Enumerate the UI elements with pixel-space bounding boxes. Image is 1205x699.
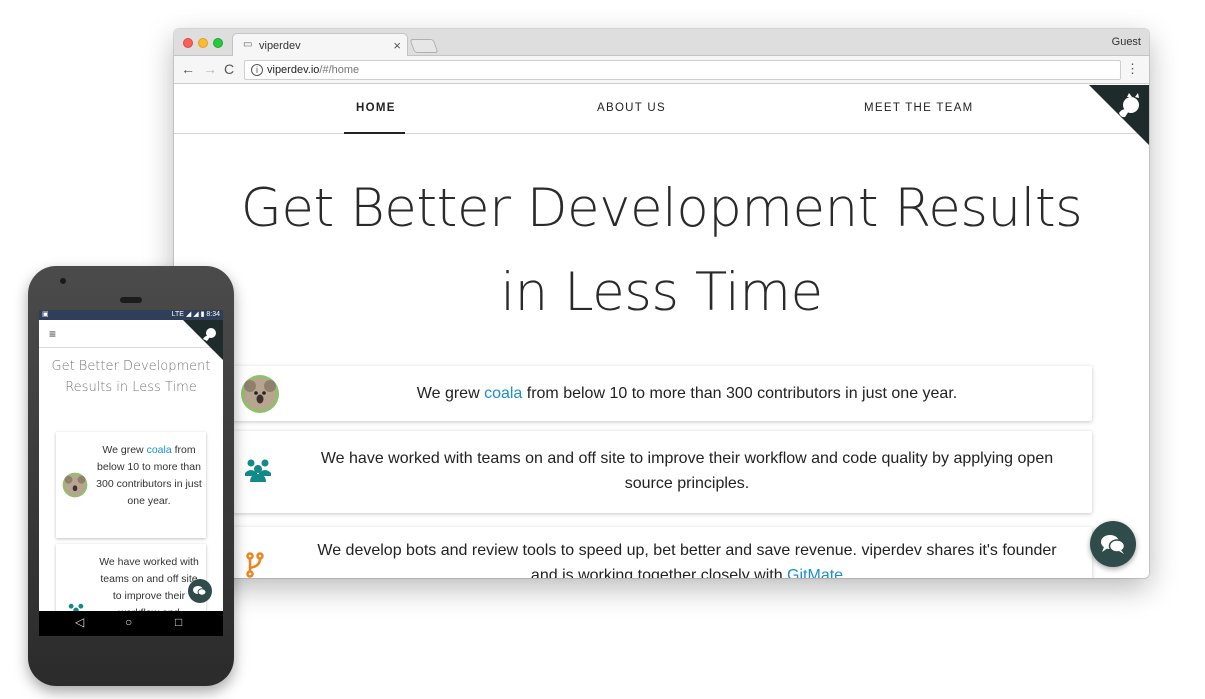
koala-icon [241, 375, 279, 413]
address-bar[interactable]: i viperdev.io/#/home [244, 60, 1121, 80]
maximize-window-button[interactable] [213, 38, 223, 48]
phone-screen: ▣ LTE ◢ ◢ ▮ 8:34 ≡ Get Better Developmen… [39, 310, 223, 636]
info-icon[interactable]: i [251, 64, 263, 76]
chat-button[interactable] [1090, 521, 1136, 567]
mobile-github-corner-icon[interactable] [183, 320, 223, 360]
browser-toolbar: ← → C i viperdev.io/#/home ⋮ [174, 56, 1149, 84]
chat-bubbles-icon [1101, 535, 1126, 554]
mobile-koala-icon [62, 472, 88, 498]
url-host: viperdev.io [267, 64, 320, 76]
hero-heading: Get Better Development Results in Less T… [174, 167, 1149, 335]
people-icon [245, 459, 271, 482]
status-bar: ▣ LTE ◢ ◢ ▮ 8:34 [39, 310, 223, 320]
close-window-button[interactable] [183, 38, 193, 48]
mobile-hero-heading: Get Better Development Results in Less T… [51, 359, 211, 395]
active-tab-indicator [344, 132, 405, 134]
mobile-text-pre: We grew [102, 444, 147, 456]
back-icon[interactable]: ← [181, 61, 195, 77]
tab-bar: ▭ viperdev × Guest [174, 29, 1149, 57]
new-tab-button[interactable] [409, 39, 439, 53]
page-viewport: HOME ABOUT US MEET THE TEAM Get Better D… [174, 85, 1149, 578]
page-icon: ▭ [243, 39, 253, 50]
gitmate-link[interactable]: GitMate [787, 567, 843, 578]
browser-tab[interactable]: ▭ viperdev × [232, 33, 408, 57]
fork-icon [246, 552, 264, 578]
stage: ▭ viperdev × Guest ← → C i viperdev.io/#… [0, 0, 1205, 699]
url-path: /#/home [319, 64, 360, 76]
github-corner-icon[interactable] [1089, 85, 1149, 145]
tab-close-icon[interactable]: × [393, 38, 401, 53]
camera-icon [60, 278, 66, 284]
site-nav: HOME ABOUT US MEET THE TEAM [174, 85, 1149, 134]
feature-card-bots: We develop bots and review tools to spee… [232, 527, 1092, 578]
hamburger-menu-icon[interactable]: ≡ [49, 327, 56, 341]
nav-about-link[interactable]: ABOUT US [597, 102, 666, 114]
feature-card-coala: We grew coala from below 10 to more than… [232, 366, 1092, 421]
mobile-coala-link[interactable]: coala [147, 444, 172, 456]
coala-link[interactable]: coala [484, 385, 522, 402]
feature-text-post: from below 10 to more than 300 contribut… [522, 385, 958, 402]
android-back-icon[interactable]: ◁ [75, 615, 84, 629]
nav-home-link[interactable]: HOME [356, 102, 396, 114]
tab-title: viperdev [259, 40, 301, 52]
mobile-feature-text-coala: We grew coala from below 10 to more than… [96, 442, 202, 510]
feature-card-teams: We have worked with teams on and off sit… [232, 431, 1092, 513]
android-recents-icon[interactable]: □ [175, 615, 182, 629]
feature-text-pre: We grew [416, 385, 485, 402]
profile-label[interactable]: Guest [1112, 36, 1141, 48]
feature-text-teams: We have worked with teams on and off sit… [320, 450, 1054, 492]
browser-window: ▭ viperdev × Guest ← → C i viperdev.io/#… [174, 29, 1149, 578]
feature-text-bots-body: We develop bots and review tools to spee… [317, 542, 1057, 578]
minimize-window-button[interactable] [198, 38, 208, 48]
notification-icon: ▣ [42, 311, 49, 318]
feature-text-coala: We grew coala from below 10 to more than… [302, 381, 1072, 406]
feature-text-bots: We develop bots and review tools to spee… [302, 538, 1072, 578]
browser-menu-icon[interactable]: ⋮ [1126, 61, 1139, 77]
hero-line-1: Get Better Development Results [240, 178, 1083, 239]
android-nav-bar: ◁ ○ □ [39, 611, 223, 636]
mobile-feature-card-coala: We grew coala from below 10 to more than… [56, 432, 206, 538]
mobile-chat-icon [193, 586, 207, 596]
forward-icon[interactable]: → [203, 61, 217, 77]
mobile-chat-button[interactable] [188, 579, 212, 603]
url-text: viperdev.io/#/home [267, 64, 359, 76]
phone-device: ▣ LTE ◢ ◢ ▮ 8:34 ≡ Get Better Developmen… [28, 266, 234, 686]
reload-icon[interactable]: C [224, 61, 234, 77]
nav-team-link[interactable]: MEET THE TEAM [864, 102, 974, 114]
status-indicators: LTE ◢ ◢ ▮ 8:34 [171, 311, 220, 318]
speaker-grille [120, 297, 142, 303]
android-home-icon[interactable]: ○ [125, 615, 132, 629]
hero-line-2: in Less Time [500, 262, 823, 323]
